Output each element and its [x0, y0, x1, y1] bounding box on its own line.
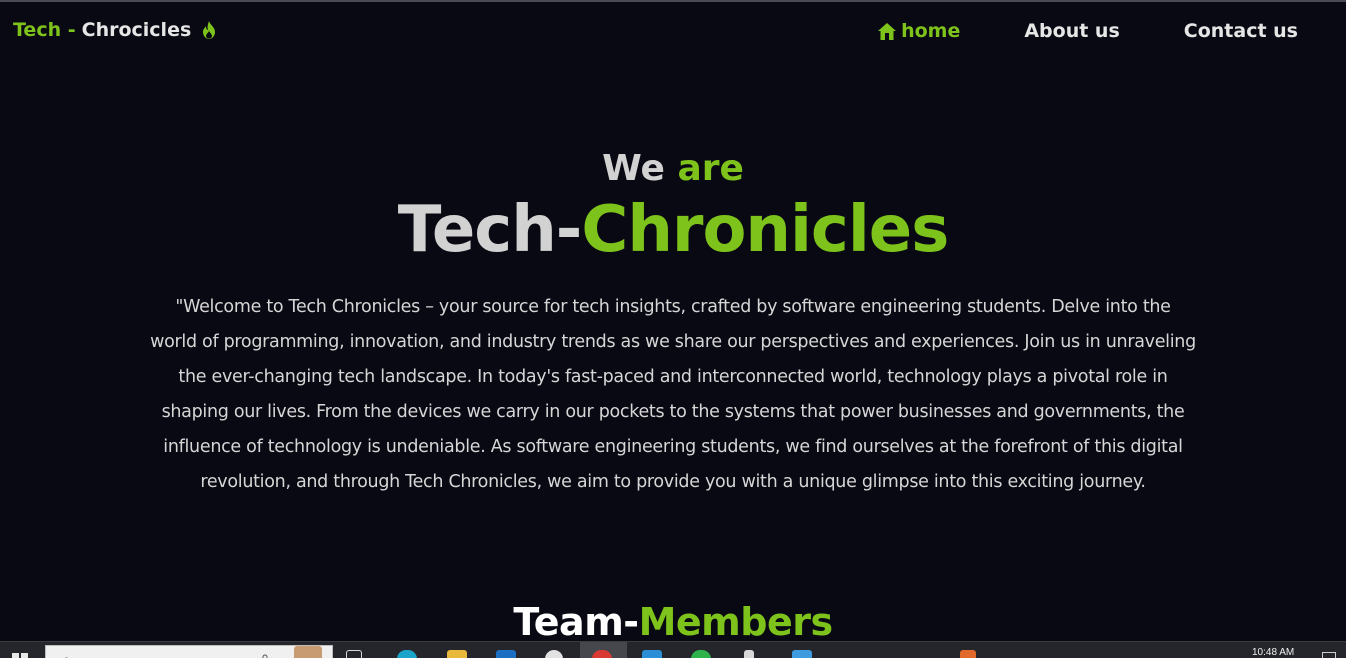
tray-app-icon[interactable]	[960, 650, 976, 658]
task-view-icon[interactable]	[346, 650, 362, 658]
nav-contact-label: Contact us	[1183, 20, 1298, 42]
brand-logo[interactable]: Tech - Chrocicles	[13, 19, 217, 41]
nav-home-label: home	[901, 20, 961, 42]
nav-about-us[interactable]: About us	[1024, 20, 1119, 42]
team-title-part1: Team-	[513, 600, 639, 644]
nav-about-label: About us	[1024, 20, 1120, 42]
store-icon[interactable]	[496, 650, 516, 658]
hero-title-part2: Chronicles	[581, 193, 949, 267]
hero-title-part1: Tech-	[397, 193, 583, 267]
hero-title: Tech-Chronicles	[0, 193, 1346, 267]
taskbar-search-box[interactable]	[45, 645, 333, 658]
search-icon	[62, 652, 72, 658]
mail-icon[interactable]	[792, 650, 812, 658]
brand-part1: Tech -	[13, 19, 76, 41]
team-title-part2: Members	[638, 600, 834, 644]
taskbar-clock[interactable]: 10:48 AM	[1252, 647, 1294, 658]
file-explorer-icon[interactable]	[447, 650, 467, 658]
edge-icon[interactable]	[397, 650, 417, 658]
chrome-icon[interactable]	[545, 650, 563, 658]
notification-icon[interactable]	[1322, 652, 1336, 658]
hero-subtitle: We are	[0, 148, 1346, 189]
nav-home[interactable]: home	[877, 20, 960, 42]
hero-sub-part1: We	[602, 148, 665, 189]
hero-sub-part2: are	[677, 148, 744, 189]
start-icon[interactable]	[12, 653, 28, 658]
whatsapp-icon[interactable]	[691, 650, 711, 658]
intro-paragraph: "Welcome to Tech Chronicles – your sourc…	[150, 297, 1196, 492]
window-top-border	[0, 0, 1346, 2]
team-members-heading: Team-Members	[0, 600, 1346, 644]
brand-part2: Chrocicles	[81, 19, 192, 41]
taskbar: 10:48 AM	[0, 641, 1346, 658]
home-icon	[877, 22, 897, 41]
main-nav: home About us Contact us	[877, 20, 1298, 42]
flame-icon	[201, 20, 217, 40]
vscode-icon[interactable]	[642, 650, 662, 658]
settings-icon[interactable]	[744, 650, 754, 658]
avatar[interactable]	[294, 646, 322, 658]
nav-contact-us[interactable]: Contact us	[1184, 20, 1298, 42]
microphone-icon[interactable]	[259, 651, 271, 658]
page: Tech - Chrocicles home About us Contact …	[0, 0, 1346, 658]
